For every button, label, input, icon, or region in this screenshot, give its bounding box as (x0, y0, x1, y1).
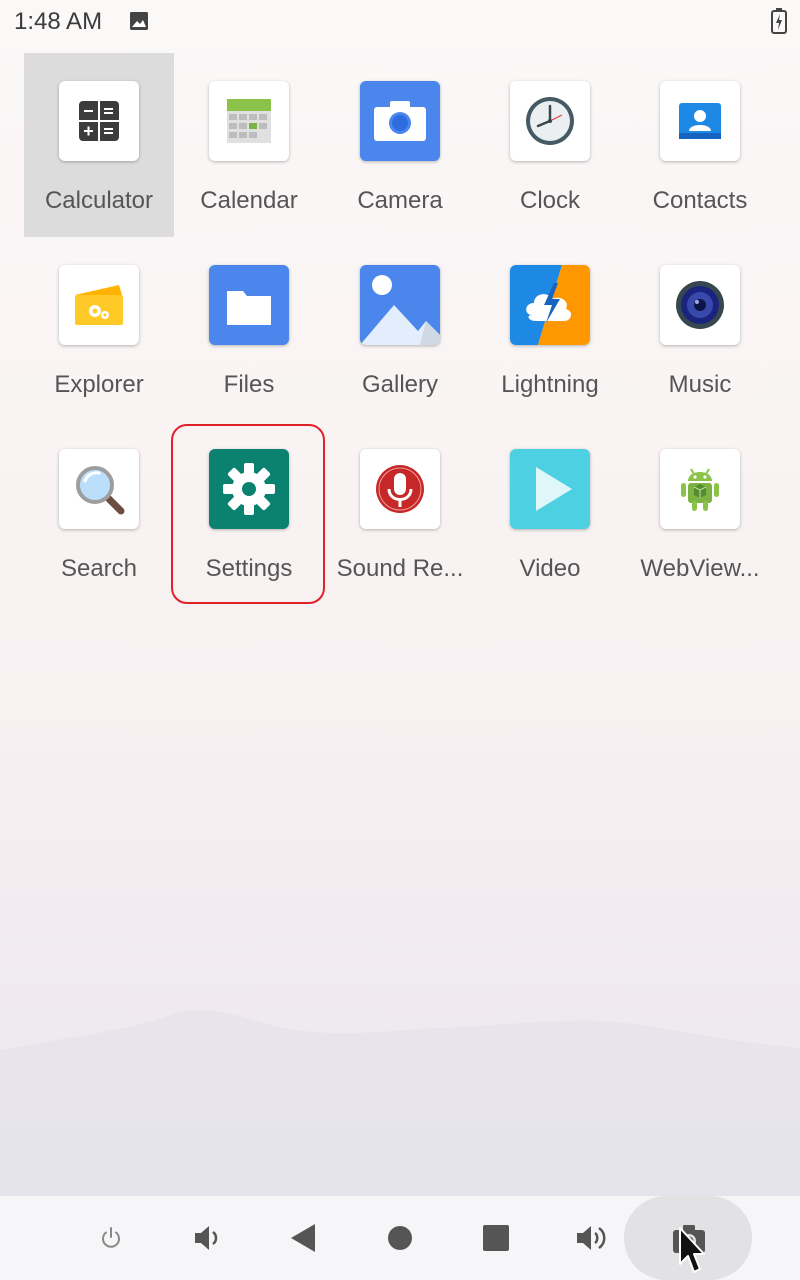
app-sound-recorder[interactable]: Sound Re... (325, 421, 475, 605)
mouse-cursor-icon (679, 1227, 705, 1273)
back-button[interactable] (268, 1196, 338, 1280)
clock-icon (510, 81, 590, 161)
home-icon (388, 1226, 412, 1250)
folder-icon (209, 265, 289, 345)
app-search[interactable]: Search (24, 421, 174, 605)
app-label: Sound Re... (336, 555, 464, 582)
android-icon (660, 449, 740, 529)
home-button[interactable] (365, 1196, 435, 1280)
app-clock[interactable]: Clock (475, 53, 625, 237)
app-files[interactable]: Files (174, 237, 324, 421)
app-lightning[interactable]: Lightning (475, 237, 625, 421)
explorer-icon (59, 265, 139, 345)
calendar-icon (209, 81, 289, 161)
app-calculator[interactable]: Calculator (24, 53, 174, 237)
recents-button[interactable] (461, 1196, 531, 1280)
volume-down-icon (195, 1226, 218, 1250)
app-grid: Calculator Calendar Camera Clock Contact… (0, 0, 800, 640)
app-webview[interactable]: WebView... (625, 421, 775, 605)
camera-icon (360, 81, 440, 161)
power-icon (102, 1227, 120, 1248)
magnifier-icon (59, 449, 139, 529)
app-label: Contacts (652, 187, 748, 214)
app-gallery[interactable]: Gallery (325, 237, 475, 421)
app-camera[interactable]: Camera (325, 53, 475, 237)
app-label: Files (223, 371, 275, 398)
app-label: Explorer (54, 371, 144, 398)
app-label: WebView... (640, 555, 760, 582)
highlight-box (171, 424, 325, 604)
speaker-icon (660, 265, 740, 345)
volume-down-button[interactable] (172, 1196, 242, 1280)
volume-up-icon (577, 1226, 606, 1250)
lightning-icon (510, 265, 590, 345)
app-label: Calculator (44, 187, 154, 214)
back-icon (291, 1224, 315, 1252)
wallpaper-hills (0, 1010, 800, 1200)
app-video[interactable]: Video (475, 421, 625, 605)
gallery-icon (360, 265, 440, 345)
calculator-icon (59, 81, 139, 161)
app-label: Video (519, 555, 581, 582)
app-explorer[interactable]: Explorer (24, 237, 174, 421)
app-contacts[interactable]: Contacts (625, 53, 775, 237)
app-label: Lightning (501, 371, 599, 398)
app-music[interactable]: Music (625, 237, 775, 421)
microphone-icon (360, 449, 440, 529)
power-button[interactable] (76, 1196, 146, 1280)
volume-up-button[interactable] (557, 1196, 627, 1280)
recents-icon (483, 1225, 509, 1251)
app-label: Camera (357, 187, 443, 214)
app-label: Clock (519, 187, 580, 214)
app-label: Search (60, 555, 138, 582)
app-label: Calendar (200, 187, 298, 214)
play-icon (510, 449, 590, 529)
app-label: Gallery (361, 371, 439, 398)
app-label: Music (668, 371, 732, 398)
app-calendar[interactable]: Calendar (174, 53, 324, 237)
contacts-icon (660, 81, 740, 161)
